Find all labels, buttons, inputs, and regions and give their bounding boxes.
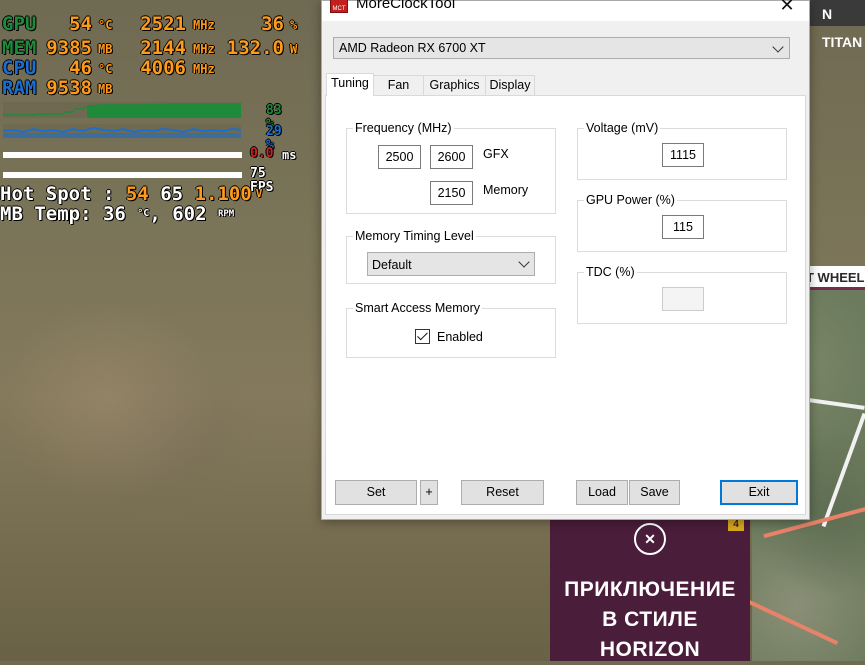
sam-enabled-checkbox[interactable] [415,329,430,344]
save-button[interactable]: Save [629,480,680,505]
memory-timing-group: Memory Timing Level Default [346,228,556,284]
tdc-group: TDC (%) [577,264,787,324]
chevron-down-icon [518,256,530,268]
osd-hotspot-row: Hot Spot : 54 65 1.100 V [0,183,263,205]
event-banner: N TITAN [808,0,865,50]
voltage-input[interactable]: 1115 [662,143,704,167]
sam-enabled-label: Enabled [437,330,483,344]
voltage-label: Voltage (mV) [584,120,661,136]
sam-group: Smart Access Memory Enabled [346,300,556,358]
sam-label: Smart Access Memory [353,300,483,316]
cpu-usage-graph [3,124,241,138]
load-button[interactable]: Load [576,480,628,505]
frequency-group: Frequency (MHz) 2500 2600 GFX 2150 Memor… [346,120,556,214]
chevron-down-icon [772,41,784,53]
close-button[interactable]: ✕ [765,0,809,19]
moreclocktool-window: MCT MoreClockTool ✕ AMD Radeon RX 6700 X… [321,0,810,520]
exit-button[interactable]: Exit [720,480,798,505]
frametime-value: 0.0 [250,146,274,161]
reset-button[interactable]: Reset [461,480,544,505]
map-route [745,599,839,645]
window-title: MoreClockTool [356,0,456,12]
memory-clock-input[interactable]: 2150 [430,181,473,205]
tdc-input [662,287,704,311]
gfx-max-input[interactable]: 2600 [430,145,473,169]
gpu-power-input[interactable]: 115 [662,215,704,239]
gfx-min-input[interactable]: 2500 [378,145,421,169]
device-dropdown[interactable]: AMD Radeon RX 6700 XT [333,37,790,59]
app-logo-icon: MCT [330,0,348,13]
title-bar[interactable]: MCT MoreClockTool ✕ [322,0,809,21]
promo-card[interactable]: 4 ✕ ПРИКЛЮЧЕНИЕ В СТИЛЕ HORIZON [550,519,750,661]
gpu-power-label: GPU Power (%) [584,192,677,208]
frametime-bar [3,152,242,158]
memory-label: Memory [483,183,529,197]
memory-timing-dropdown[interactable]: Default [367,252,535,276]
ticket-icon: ✕ [634,523,666,555]
set-button[interactable]: Set [335,480,417,505]
promo-badge: 4 [728,519,744,531]
tdc-label: TDC (%) [584,264,637,280]
promo-title: ПРИКЛЮЧЕНИЕ В СТИЛЕ HORIZON [564,578,736,661]
tab-fan[interactable]: Fan [373,75,424,95]
tab-display[interactable]: Display [485,75,535,95]
gfx-label: GFX [483,147,509,161]
tab-tuning[interactable]: Tuning [326,73,374,96]
memory-timing-value: Default [372,258,412,272]
frequency-label: Frequency (MHz) [353,120,454,136]
fps-bar [3,172,242,178]
gpu-power-group: GPU Power (%) 115 [577,192,787,252]
frametime-unit: ms [282,148,297,162]
tab-graphics[interactable]: Graphics [423,75,486,95]
osd-mb-temp-row: MB Temp: 36 °C, 602 RPM [0,203,235,225]
set-plus-button[interactable]: + [420,480,438,505]
device-dropdown-value: AMD Radeon RX 6700 XT [339,41,486,55]
voltage-group: Voltage (mV) 1115 [577,120,787,180]
memory-timing-label: Memory Timing Level [353,228,476,244]
tuning-panel: Frequency (MHz) 2500 2600 GFX 2150 Memor… [325,95,806,515]
gpu-usage-graph [3,102,241,118]
